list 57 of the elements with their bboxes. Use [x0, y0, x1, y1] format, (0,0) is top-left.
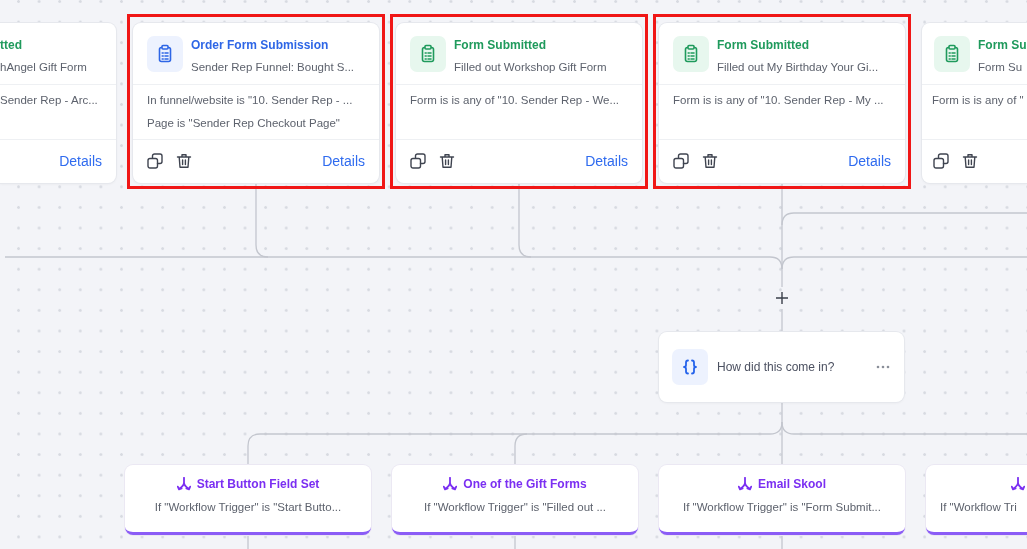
trigger-subtitle: Sender Rep Funnel: Bought S... — [191, 60, 355, 75]
trigger-card[interactable]: Form Su Form Su Form is is any of " — [922, 23, 1027, 183]
trigger-title: Form Submitted — [454, 37, 547, 54]
branch-condition: If "Workflow Trigger" is "Filled out ... — [423, 500, 607, 515]
details-link[interactable]: Details — [59, 151, 102, 170]
branch-condition: If "Workflow Trigger" is "Start Butto... — [153, 500, 343, 515]
details-link[interactable]: Details — [322, 151, 365, 170]
branch-card[interactable]: Email Skool If "Workflow Trigger" is "Form Submit... — [659, 465, 905, 535]
decision-label: How did this come in? — [717, 359, 836, 376]
trigger-subtitle: Filled out My Birthday Your Gi... — [717, 60, 879, 75]
copy-icon[interactable] — [673, 152, 689, 169]
copy-icon[interactable] — [147, 152, 163, 169]
condition-text: Form is is any of " — [932, 93, 1025, 108]
branch-title: Start Button Field Set — [196, 476, 320, 493]
trigger-subtitle: Form Su — [978, 60, 1024, 75]
trash-icon[interactable] — [439, 152, 455, 169]
trigger-card[interactable]: Form Submitted Filled out My Birthday Your Gi... Form is is any of "10. Sender Rep - My ... Details — [659, 23, 905, 183]
trash-icon[interactable] — [702, 152, 718, 169]
trigger-title: Form Su — [978, 37, 1027, 54]
trigger-card[interactable]: Order Form Submission Sender Rep Funnel: Bought S... In funnel/website is "10. Sender Rep - ... Page is "Sender Rep Checkout Page" Details — [133, 23, 379, 183]
trash-icon[interactable] — [176, 152, 192, 169]
branch-icon — [738, 477, 752, 491]
trigger-title: tted — [0, 37, 23, 54]
more-icon[interactable] — [876, 365, 890, 369]
branch-card[interactable]: If "Workflow Tri — [926, 465, 1027, 535]
clipboard-icon — [147, 36, 183, 72]
branch-card[interactable]: One of the Gift Forms If "Workflow Trigger" is "Filled out ... — [392, 465, 638, 535]
branch-condition: If "Workflow Trigger" is "Form Submit... — [682, 500, 882, 515]
trigger-card[interactable]: Form Submitted Filled out Workshop Gift Form Form is is any of "10. Sender Rep - We... Details — [396, 23, 642, 183]
clipboard-icon — [410, 36, 446, 72]
condition-text: Sender Rep - Arc... — [0, 93, 99, 108]
details-link[interactable]: Details — [585, 151, 628, 170]
condition-text: Page is "Sender Rep Checkout Page" — [147, 116, 341, 131]
trigger-card[interactable]: tted hAngel Gift Form Sender Rep - Arc... Details — [0, 23, 116, 183]
trigger-title: Form Submitted — [717, 37, 810, 54]
details-link[interactable]: Details — [848, 151, 891, 170]
trash-icon[interactable] — [962, 152, 978, 169]
branch-title: One of the Gift Forms — [463, 476, 587, 493]
condition-text: Form is is any of "10. Sender Rep - We... — [410, 93, 621, 108]
clipboard-icon — [934, 36, 970, 72]
trigger-title: Order Form Submission — [191, 37, 330, 54]
clipboard-icon — [673, 36, 709, 72]
condition-text: In funnel/website is "10. Sender Rep - ... — [147, 93, 354, 108]
copy-icon[interactable] — [410, 152, 426, 169]
branch-card[interactable]: Start Button Field Set If "Workflow Trigger" is "Start Butto... — [125, 465, 371, 535]
condition-text: Form is is any of "10. Sender Rep - My ... — [673, 93, 885, 108]
branch-title: Email Skool — [758, 476, 826, 493]
branch-icon — [1011, 477, 1025, 491]
copy-icon[interactable] — [933, 152, 949, 169]
branch-condition: If "Workflow Tri — [940, 500, 1018, 515]
trigger-subtitle: hAngel Gift Form — [0, 60, 87, 75]
branch-icon — [176, 477, 191, 491]
trigger-subtitle: Filled out Workshop Gift Form — [454, 60, 607, 75]
braces-icon — [672, 349, 708, 385]
branch-icon — [443, 477, 458, 491]
decision-node[interactable]: How did this come in? — [659, 332, 904, 402]
plus-icon[interactable] — [776, 292, 788, 304]
